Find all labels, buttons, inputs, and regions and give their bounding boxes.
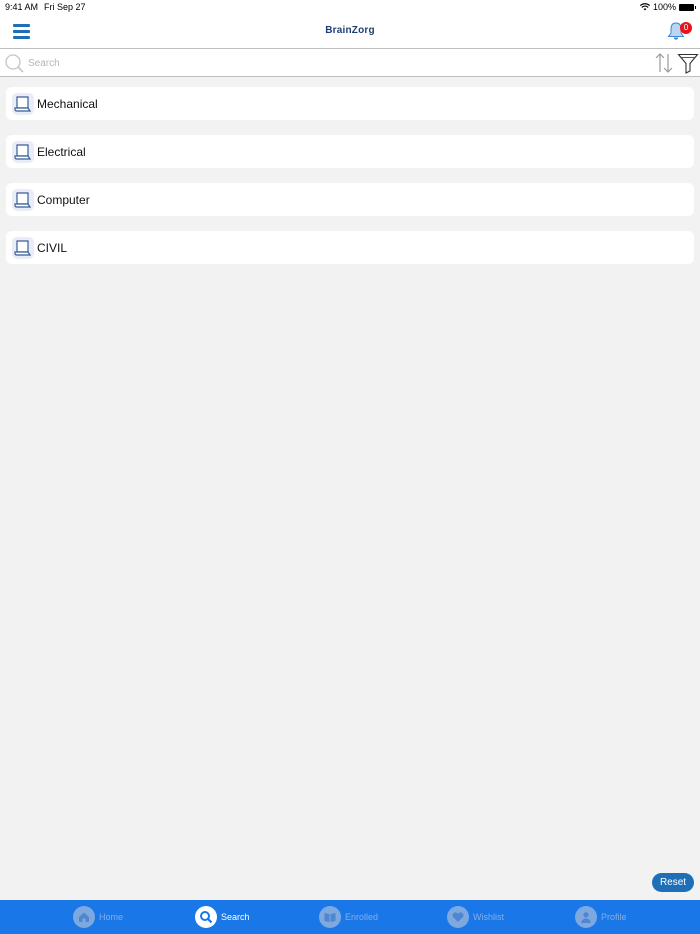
list-item[interactable]: Mechanical xyxy=(6,87,694,120)
search-icon xyxy=(195,906,217,928)
notification-bell-icon[interactable]: 0 xyxy=(665,20,692,44)
notification-badge: 0 xyxy=(680,22,692,34)
book-icon xyxy=(12,237,34,259)
tab-wishlist[interactable]: Wishlist xyxy=(447,905,504,929)
tab-label: Home xyxy=(99,912,124,922)
heart-icon xyxy=(447,906,469,928)
tab-label: Wishlist xyxy=(473,912,504,922)
list-item-label: Computer xyxy=(37,193,90,207)
navbar: BrainZorg 0 xyxy=(0,14,700,48)
reset-button[interactable]: Reset xyxy=(652,873,694,892)
list-item-label: CIVIL xyxy=(37,241,68,255)
app-title: BrainZorg xyxy=(325,25,375,36)
category-list: Mechanical Electrical Computer CIVIL xyxy=(6,87,694,279)
search-input[interactable] xyxy=(28,53,628,73)
search-icon xyxy=(5,54,24,73)
home-icon xyxy=(73,906,95,928)
tab-bar: Home Search Enrolled Wishlist Profile xyxy=(0,900,700,934)
status-date: Fri Sep 27 xyxy=(44,2,86,12)
book-icon xyxy=(12,93,34,115)
tab-home[interactable]: Home xyxy=(73,905,123,929)
book-icon xyxy=(12,141,34,163)
list-item-label: Mechanical xyxy=(37,97,98,111)
list-item[interactable]: Electrical xyxy=(6,135,694,168)
search-bar xyxy=(0,48,700,77)
tab-label: Search xyxy=(221,912,250,922)
battery-percent: 100% xyxy=(652,2,676,12)
book-icon xyxy=(12,189,34,211)
battery-icon xyxy=(679,3,696,11)
filter-icon[interactable] xyxy=(677,52,699,74)
book-icon xyxy=(319,906,341,928)
sort-icon[interactable] xyxy=(652,52,676,74)
list-item-label: Electrical xyxy=(37,145,86,159)
list-item[interactable]: Computer xyxy=(6,183,694,216)
tab-profile[interactable]: Profile xyxy=(575,905,627,929)
wifi-icon xyxy=(639,3,650,11)
tab-search[interactable]: Search xyxy=(195,905,250,929)
status-bar: 9:41 AM Fri Sep 27 100% xyxy=(0,0,700,14)
tab-label: Profile xyxy=(601,912,627,922)
person-icon xyxy=(575,906,597,928)
list-item[interactable]: CIVIL xyxy=(6,231,694,264)
status-time: 9:41 AM xyxy=(5,2,39,12)
status-right: 100% xyxy=(639,2,696,12)
tab-label: Enrolled xyxy=(345,912,379,922)
tab-enrolled[interactable]: Enrolled xyxy=(319,905,378,929)
